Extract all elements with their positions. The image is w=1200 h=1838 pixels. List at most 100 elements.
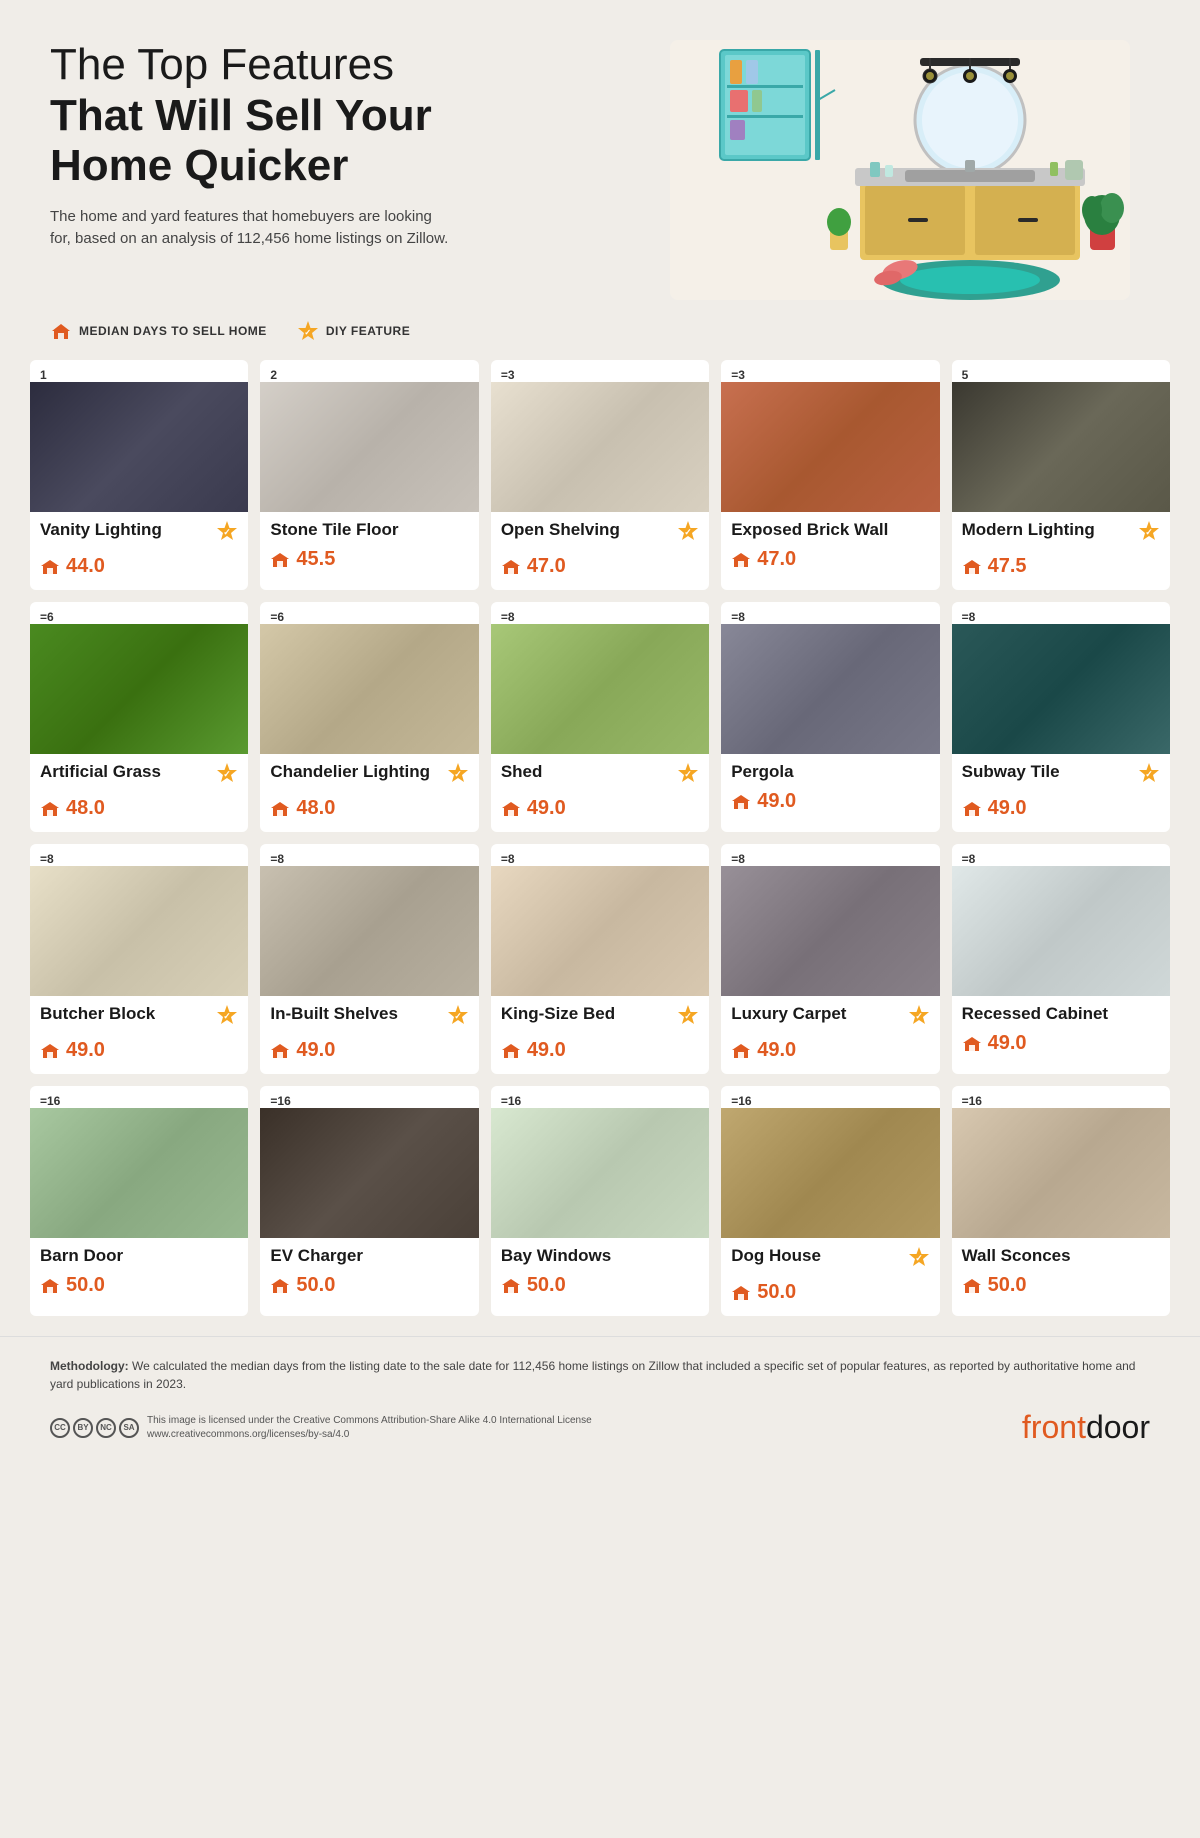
card-exposed-brick-wall: =3 Exposed Brick Wall 47.0 bbox=[721, 360, 939, 590]
house-icon bbox=[50, 322, 72, 340]
card-days: 47.0 bbox=[731, 548, 929, 571]
card-title-row: Shed ✓ bbox=[501, 762, 699, 789]
card-rank: =3 bbox=[721, 360, 939, 382]
header-subtitle: The home and yard features that homebuye… bbox=[50, 206, 450, 251]
card-rank: =6 bbox=[260, 602, 478, 624]
card-days: 47.5 bbox=[962, 555, 1160, 578]
svg-text:✓: ✓ bbox=[224, 1011, 232, 1021]
footer: Methodology: We calculated the median da… bbox=[0, 1336, 1200, 1466]
card-subway-tile: =8Subway Tile✓ 49.0 bbox=[952, 602, 1170, 832]
card-rank: 2 bbox=[260, 360, 478, 382]
card-days: 50.0 bbox=[270, 1274, 468, 1297]
grid-row-4: =16Barn Door 50.0 =16EV Charger 50.0 =16… bbox=[30, 1086, 1170, 1316]
diy-badge: ✓ bbox=[447, 1004, 469, 1031]
house-days-icon bbox=[270, 1278, 290, 1294]
svg-text:✓: ✓ bbox=[224, 769, 232, 779]
card-title-row: Luxury Carpet ✓ bbox=[731, 1004, 929, 1031]
card-rank: =16 bbox=[952, 1086, 1170, 1108]
methodology-text: Methodology: We calculated the median da… bbox=[50, 1357, 1150, 1393]
diy-badge: ✓ bbox=[447, 762, 469, 789]
card-image bbox=[260, 866, 478, 996]
card-body: Barn Door 50.0 bbox=[30, 1238, 248, 1316]
card-days: 49.0 bbox=[962, 1032, 1160, 1055]
card-title-row: King-Size Bed✓ bbox=[501, 1004, 699, 1031]
card-body: Pergola 49.0 bbox=[721, 754, 939, 832]
card-title: Subway Tile bbox=[962, 762, 1060, 782]
card-title-row: Artificial Grass ✓ bbox=[40, 762, 238, 789]
card-body: Recessed Cabinet 49.0 bbox=[952, 996, 1170, 1074]
card-title: Artificial Grass bbox=[40, 762, 161, 782]
card-body: Stone Tile Floor 45.5 bbox=[260, 512, 478, 590]
card-rank: =3 bbox=[491, 360, 709, 382]
card-body: Butcher Block✓ 49.0 bbox=[30, 996, 248, 1074]
page-wrapper: The Top Features That Will Sell Your Hom… bbox=[0, 0, 1200, 1466]
house-days-icon bbox=[270, 801, 290, 817]
house-days-icon bbox=[731, 552, 751, 568]
card-title-row: Pergola bbox=[731, 762, 929, 782]
features-grid: 1 Vanity Lighting ✓ 44.0 2 Stone Tile Floor… bbox=[0, 360, 1200, 1316]
diy-badge: ✓ bbox=[908, 1004, 930, 1031]
card-image bbox=[952, 382, 1170, 512]
house-days-icon bbox=[962, 1036, 982, 1052]
svg-text:✓: ✓ bbox=[304, 328, 311, 337]
cc-icon: CC bbox=[50, 1418, 70, 1438]
footer-bottom: CC BY NC SA This image is licensed under… bbox=[50, 1409, 1150, 1446]
card-stone-tile-floor: 2 Stone Tile Floor 45.5 bbox=[260, 360, 478, 590]
card-wall-sconces: =16Wall Sconces 50.0 bbox=[952, 1086, 1170, 1316]
card-image bbox=[952, 1108, 1170, 1238]
card-title: Exposed Brick Wall bbox=[731, 520, 888, 540]
card-title: Vanity Lighting bbox=[40, 520, 162, 540]
card-rank: =8 bbox=[260, 844, 478, 866]
diy-badge: ✓ bbox=[677, 520, 699, 547]
card-body: In-Built Shelves ✓ 49.0 bbox=[260, 996, 478, 1074]
card-title-row: Wall Sconces bbox=[962, 1246, 1160, 1266]
card-days: 45.5 bbox=[270, 548, 468, 571]
card-image bbox=[721, 624, 939, 754]
card-rank: 1 bbox=[30, 360, 248, 382]
card-title-row: Butcher Block✓ bbox=[40, 1004, 238, 1031]
card-artificial-grass: =6Artificial Grass✓ 48.0 bbox=[30, 602, 248, 832]
card-rank: =16 bbox=[721, 1086, 939, 1108]
card-title-row: Chandelier Lighting ✓ bbox=[270, 762, 468, 789]
card-image bbox=[30, 866, 248, 996]
house-days-icon bbox=[501, 559, 521, 575]
card-rank: =16 bbox=[30, 1086, 248, 1108]
house-days-icon bbox=[501, 1043, 521, 1059]
card-modern-lighting: 5Modern Lighting✓ 47.5 bbox=[952, 360, 1170, 590]
card-title: Chandelier Lighting bbox=[270, 762, 430, 782]
card-days: 44.0 bbox=[40, 555, 238, 578]
card-title: Luxury Carpet bbox=[731, 1004, 846, 1024]
card-days: 47.0 bbox=[501, 555, 699, 578]
grid-row-3: =8 Butcher Block✓ 49.0 =8 In-Built Shelves… bbox=[30, 844, 1170, 1074]
card-luxury-carpet: =8Luxury Carpet✓ 49.0 bbox=[721, 844, 939, 1074]
card-image bbox=[491, 866, 709, 996]
card-title: EV Charger bbox=[270, 1246, 363, 1266]
house-days-icon bbox=[501, 801, 521, 817]
card-ev-charger: =16EV Charger 50.0 bbox=[260, 1086, 478, 1316]
card-days: 48.0 bbox=[40, 797, 238, 820]
cc-icons: CC BY NC SA bbox=[50, 1418, 139, 1438]
card-rank: =8 bbox=[721, 602, 939, 624]
card-title: Shed bbox=[501, 762, 543, 782]
card-title: King-Size Bed bbox=[501, 1004, 615, 1024]
card-title-row: Recessed Cabinet bbox=[962, 1004, 1160, 1024]
card-image bbox=[491, 624, 709, 754]
diy-badge: ✓ bbox=[216, 1004, 238, 1031]
card-days: 48.0 bbox=[270, 797, 468, 820]
card-body: Modern Lighting✓ 47.5 bbox=[952, 512, 1170, 590]
card-title: In-Built Shelves bbox=[270, 1004, 398, 1024]
card-days: 49.0 bbox=[270, 1039, 468, 1062]
svg-text:✓: ✓ bbox=[1145, 769, 1153, 779]
card-image bbox=[721, 1108, 939, 1238]
house-days-icon bbox=[270, 552, 290, 568]
diy-badge: ✓ bbox=[677, 762, 699, 789]
card-body: Luxury Carpet✓ 49.0 bbox=[721, 996, 939, 1074]
card-title-row: Exposed Brick Wall bbox=[731, 520, 929, 540]
sa-icon: SA bbox=[119, 1418, 139, 1438]
diy-badge: ✓ bbox=[908, 1246, 930, 1273]
page-title: The Top Features That Will Sell Your Hom… bbox=[50, 40, 530, 192]
house-days-icon bbox=[731, 1285, 751, 1301]
card-rank: =8 bbox=[30, 844, 248, 866]
legend-item-diy: ✓ DIY FEATURE bbox=[297, 320, 410, 342]
card-title-row: EV Charger bbox=[270, 1246, 468, 1266]
